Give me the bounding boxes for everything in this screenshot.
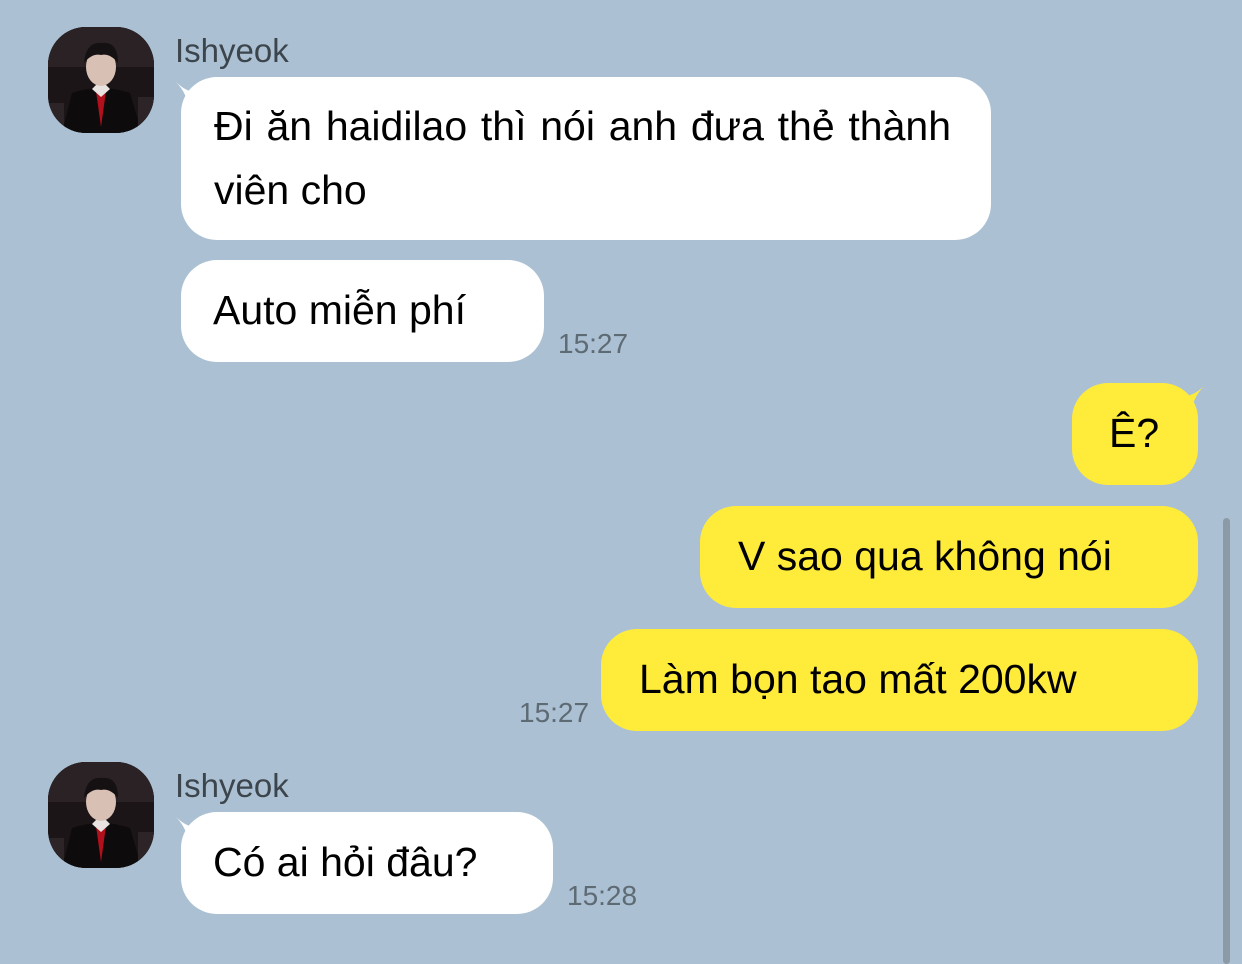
message-text: Đi ăn haidilao thì nói anh đưa thẻ thành… xyxy=(214,103,951,213)
message-text: Làm bọn tao mất 200kw xyxy=(639,656,1077,702)
message-bubble[interactable]: V sao qua không nói xyxy=(700,506,1198,608)
scrollbar[interactable] xyxy=(1223,518,1230,964)
avatar-photo-icon xyxy=(48,27,154,133)
sender-name: Ishyeok xyxy=(175,767,289,804)
message-timestamp: 15:27 xyxy=(558,328,629,359)
avatar-photo-icon xyxy=(48,762,154,868)
message-text: Có ai hỏi đâu? xyxy=(213,839,478,885)
message-timestamp: 15:27 xyxy=(519,697,590,728)
sender-name: Ishyeok xyxy=(175,32,289,69)
message-bubble[interactable]: Làm bọn tao mất 200kw xyxy=(601,629,1198,731)
message-bubble[interactable]: Đi ăn haidilao thì nói anh đưa thẻ thành… xyxy=(181,77,991,240)
sender-avatar[interactable] xyxy=(48,762,154,868)
message-text: Auto miễn phí xyxy=(213,287,466,333)
message-bubble[interactable]: Ê? xyxy=(1072,383,1198,485)
message-timestamp: 15:28 xyxy=(567,880,638,911)
sender-avatar[interactable] xyxy=(48,27,154,133)
message-text: V sao qua không nói xyxy=(738,533,1112,579)
message-bubble[interactable]: Auto miễn phí xyxy=(181,260,544,362)
message-text: Ê? xyxy=(1109,410,1160,456)
message-bubble[interactable]: Có ai hỏi đâu? xyxy=(181,812,553,914)
chat-message-list[interactable]: Ishyeok Đi ăn haidilao thì nói anh đưa t… xyxy=(0,0,1242,964)
